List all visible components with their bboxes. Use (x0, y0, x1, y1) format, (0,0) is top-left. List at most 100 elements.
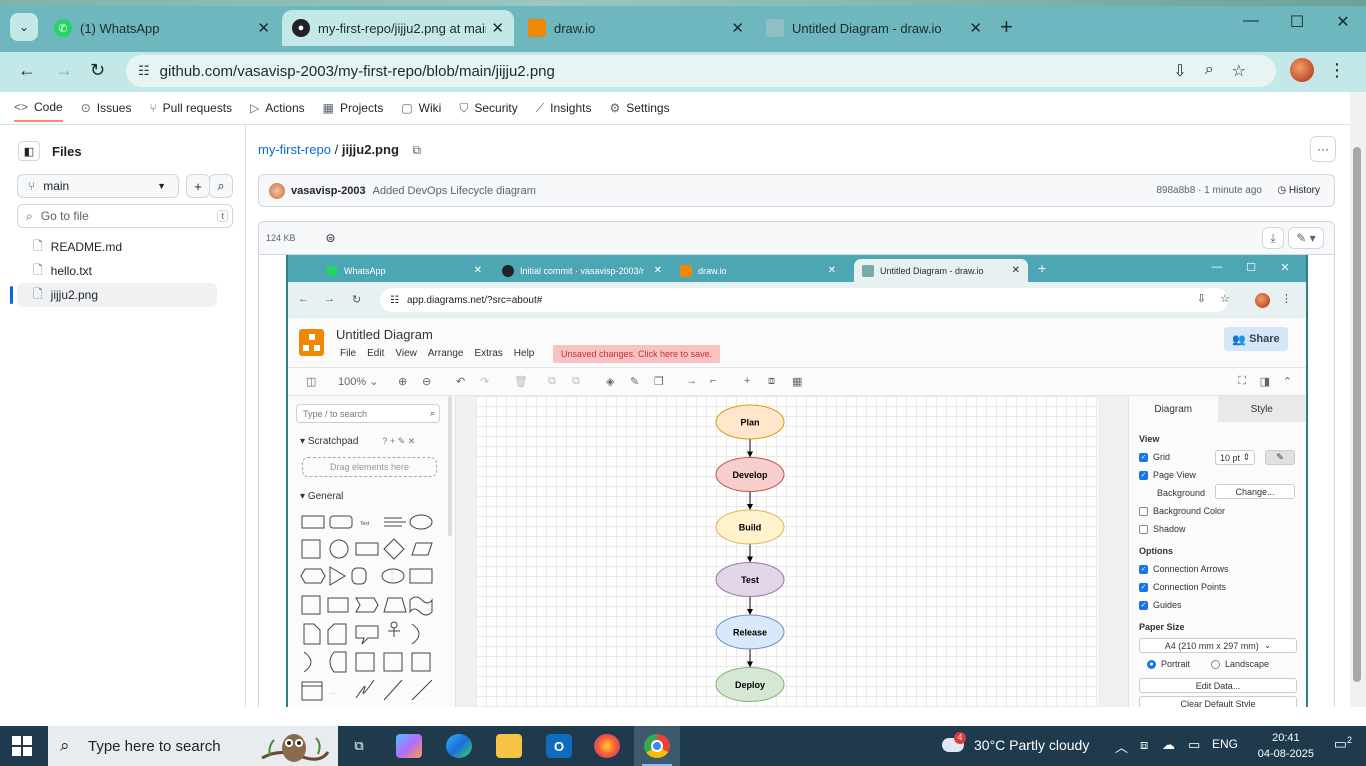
file-icon: 🗋 (33, 286, 43, 301)
tab-wiki[interactable]: ▢ Wiki (401, 95, 441, 121)
commit-sha-time[interactable]: 898a8b8 · 1 minute ago (1156, 185, 1262, 196)
tab-drawio[interactable]: draw.io ✕ (518, 10, 754, 46)
menu-edit: Edit (367, 348, 385, 359)
tab-whatsapp[interactable]: ✆ (1) WhatsApp ✕ (44, 10, 280, 46)
firefox-icon[interactable] (594, 734, 620, 758)
close-icon[interactable]: ✕ (491, 19, 504, 37)
file-hello[interactable]: 🗋 hello.txt (17, 259, 217, 283)
task-view-icon[interactable]: ⧉ (346, 734, 372, 758)
download-button[interactable]: ⤓ (1262, 227, 1284, 249)
chrome-taskbar-button[interactable] (634, 726, 680, 766)
notifications-icon[interactable]: ▭2 (1334, 735, 1352, 753)
install-app-icon[interactable]: ⇩ (1173, 61, 1186, 81)
weather-text[interactable]: 30°C Partly cloudy (974, 737, 1089, 753)
branch-selector[interactable]: ⑂ main ▼ (17, 174, 179, 198)
search-files-button[interactable]: ⌕ (209, 174, 233, 198)
edge-icon[interactable] (446, 734, 472, 758)
weather-icon[interactable]: 4 (942, 732, 966, 756)
to-back-icon: ⧉ (572, 375, 580, 387)
browser-menu-icon[interactable]: ⋮ (1328, 60, 1346, 81)
maximize-button[interactable]: ☐ (1274, 12, 1320, 32)
embedded-window-controls: — ☐ ✕ (1211, 261, 1290, 274)
keyboard-shortcut-hint: t (217, 210, 228, 222)
windows-start-button[interactable] (12, 736, 32, 756)
tab-title: Untitled Diagram - draw.io (792, 20, 942, 36)
file-readme[interactable]: 🗋 README.md (17, 235, 217, 259)
scrollbar-thumb[interactable] (1353, 147, 1361, 682)
tab-search-button[interactable]: ⌄ (10, 13, 38, 41)
repo-navigation: <> Code ⊙ Issues ⑂ Pull requests ▷ Actions ▦… (0, 92, 1350, 125)
selection-indicator (10, 286, 13, 304)
connection-arrows-checkbox: ✓ Connection Arrows (1139, 564, 1229, 574)
bookmark-star-icon[interactable]: ☆ (1232, 61, 1246, 81)
copilot-icon[interactable] (396, 734, 422, 758)
address-bar-row: ← → ↻ ☷ github.com/vasavisp-2003/my-firs… (0, 52, 1366, 92)
taskbar-search-box[interactable]: ⌕ Type here to search (48, 726, 338, 766)
commit-author[interactable]: vasavisp-2003 (291, 185, 366, 197)
go-to-file-input[interactable]: ⌕ Go to file t (17, 204, 233, 228)
collapse-sidebar-icon[interactable]: ◧ (18, 141, 40, 161)
file-name-heading: jijju2.png (341, 142, 399, 157)
profile-avatar[interactable] (1290, 58, 1314, 82)
flow-node-label: Develop (732, 470, 768, 480)
tab-insights[interactable]: ⟋ Insights (536, 95, 592, 122)
site-settings-icon[interactable]: ☷ (138, 63, 150, 79)
file-view: my-first-repo / jijju2.png ⧉ ··· vasavis… (246, 125, 1350, 707)
tab-pull-requests[interactable]: ⑂ Pull requests (149, 95, 232, 121)
file-explorer-icon[interactable] (496, 734, 522, 758)
close-icon: ✕ (473, 265, 482, 276)
cloud-icon[interactable]: ☁ (1162, 737, 1175, 753)
more-options-button[interactable]: ··· (1310, 136, 1336, 162)
history-button[interactable]: ◷ History (1277, 185, 1320, 196)
tab-projects[interactable]: ▦ Projects (323, 95, 384, 121)
tab-issues[interactable]: ⊙ Issues (81, 95, 132, 121)
diagram-canvas: Plan Develop Build Test Release Deploy (476, 396, 1098, 707)
line-color-icon: ✎ (630, 376, 640, 388)
forward-button[interactable]: → (55, 60, 73, 81)
minimize-button[interactable]: — (1228, 12, 1274, 32)
avatar[interactable] (269, 182, 285, 199)
add-file-button[interactable]: + (186, 174, 210, 198)
outlook-icon[interactable]: O (546, 734, 572, 758)
copy-path-icon[interactable]: ⧉ (413, 143, 422, 157)
chevron-up-icon[interactable]: ︿ (1115, 737, 1128, 756)
copilot-icon[interactable]: ⊜ (326, 231, 336, 245)
repo-link[interactable]: my-first-repo (258, 142, 331, 157)
shape-search-input: Type / to search ⌕ (296, 404, 440, 423)
file-jijju2[interactable]: 🗋 jijju2.png (17, 283, 217, 307)
file-size: 124 KB (266, 233, 296, 243)
network-icon[interactable]: ▭ (1188, 737, 1200, 753)
history-label: History (1288, 185, 1320, 196)
fill-color-icon: ◈ (606, 376, 615, 388)
url-field[interactable]: ☷ github.com/vasavisp-2003/my-first-repo… (126, 55, 1276, 87)
close-icon[interactable]: ✕ (731, 19, 744, 37)
notification-count: 2 (1346, 735, 1352, 745)
meet-now-icon[interactable]: ⧈ (1140, 737, 1148, 753)
reload-button[interactable]: ↻ (90, 60, 105, 81)
system-clock[interactable]: 20:41 04-08-2025 (1258, 730, 1314, 762)
back-button[interactable]: ← (18, 60, 36, 81)
weather-alert-badge: 4 (954, 732, 966, 744)
new-tab-button[interactable]: + (1000, 14, 1013, 40)
tab-github[interactable]: ● my-first-repo/jijju2.png at main ✕ (282, 10, 514, 46)
zoom-icon[interactable]: ⌕ (1205, 61, 1214, 81)
page-scrollbar[interactable] (1350, 92, 1366, 707)
embedded-tab-untitled: Untitled Diagram - draw.io ✕ (854, 259, 1028, 282)
close-window-button[interactable]: ✕ (1320, 12, 1366, 32)
shapes-icon: ⧈ (768, 375, 775, 387)
history-icon: ◷ (1277, 185, 1289, 196)
close-icon[interactable]: ✕ (969, 19, 982, 37)
tab-settings[interactable]: ⚙ Settings (609, 95, 669, 121)
tab-code[interactable]: <> Code (14, 94, 63, 122)
edit-button[interactable]: ✎ ▾ (1288, 227, 1324, 249)
language-indicator[interactable]: ENG (1212, 737, 1238, 751)
menu-arrange: Arrange (427, 348, 464, 359)
tab-actions[interactable]: ▷ Actions (250, 95, 305, 121)
drawio-logo (299, 329, 324, 356)
commit-message[interactable]: Added DevOps Lifecycle diagram (373, 185, 536, 197)
tab-untitled-diagram[interactable]: Untitled Diagram - draw.io ✕ (756, 10, 992, 46)
forward-icon: → (324, 293, 335, 305)
close-icon[interactable]: ✕ (257, 19, 270, 37)
taskbar-search-placeholder: Type here to search (88, 737, 221, 755)
tab-security[interactable]: ⛉ Security (459, 95, 517, 122)
